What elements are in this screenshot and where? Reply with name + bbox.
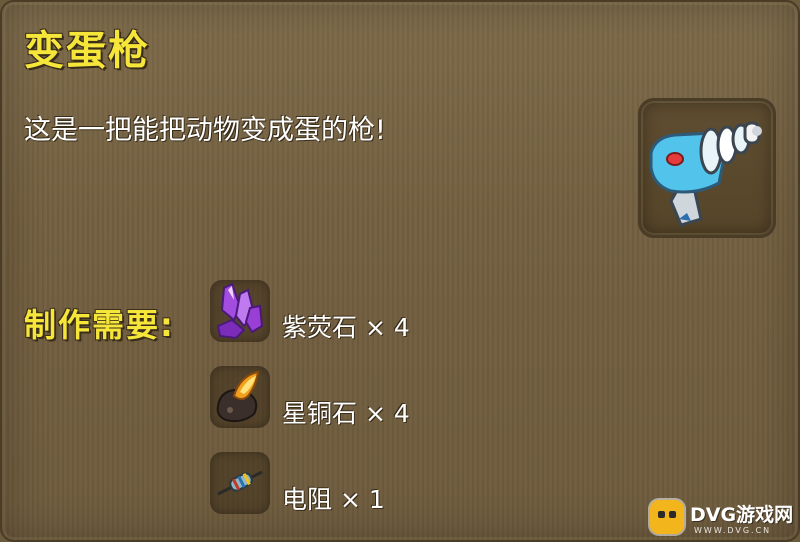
recipe-label: 制作需要: xyxy=(24,306,175,344)
material-row-resistor: 电阻 × 1 xyxy=(210,452,470,514)
material-slot xyxy=(210,452,270,514)
item-tooltip-panel: 变蛋枪 这是一把能把动物变成蛋的枪! 制作需要: 紫荧石 × 4 星铜石 × 4… xyxy=(0,0,800,542)
site-watermark: DVG游戏网 WWW.DVG.CN xyxy=(650,498,798,540)
material-slot xyxy=(210,366,270,428)
egg-gun-icon xyxy=(649,121,762,227)
material-quantity: × 4 xyxy=(365,399,410,428)
purple-crystal-icon xyxy=(216,282,264,340)
item-title: 变蛋枪 xyxy=(24,28,150,74)
item-description: 这是一把能把动物变成蛋的枪! xyxy=(24,115,386,146)
material-quantity: × 1 xyxy=(340,485,385,514)
material-quantity: × 4 xyxy=(365,313,410,342)
material-label: 星铜石 × 4 xyxy=(282,394,410,430)
material-row-star-copper: 星铜石 × 4 xyxy=(210,366,470,428)
material-name: 紫荧石 xyxy=(282,313,358,342)
material-label: 紫荧石 × 4 xyxy=(282,308,410,344)
star-copper-ore-icon xyxy=(216,370,260,423)
material-row-purple-crystal: 紫荧石 × 4 xyxy=(210,280,470,342)
material-name: 星铜石 xyxy=(282,399,358,428)
watermark-text: DVG游戏网 xyxy=(690,504,794,526)
item-icon-slot xyxy=(638,98,776,238)
material-name: 电阻 xyxy=(282,485,333,514)
resistor-icon xyxy=(217,470,263,496)
site-logo-icon xyxy=(650,500,684,534)
material-label: 电阻 × 1 xyxy=(282,480,385,516)
watermark-subtext: WWW.DVG.CN xyxy=(694,526,772,535)
material-slot xyxy=(210,280,270,342)
